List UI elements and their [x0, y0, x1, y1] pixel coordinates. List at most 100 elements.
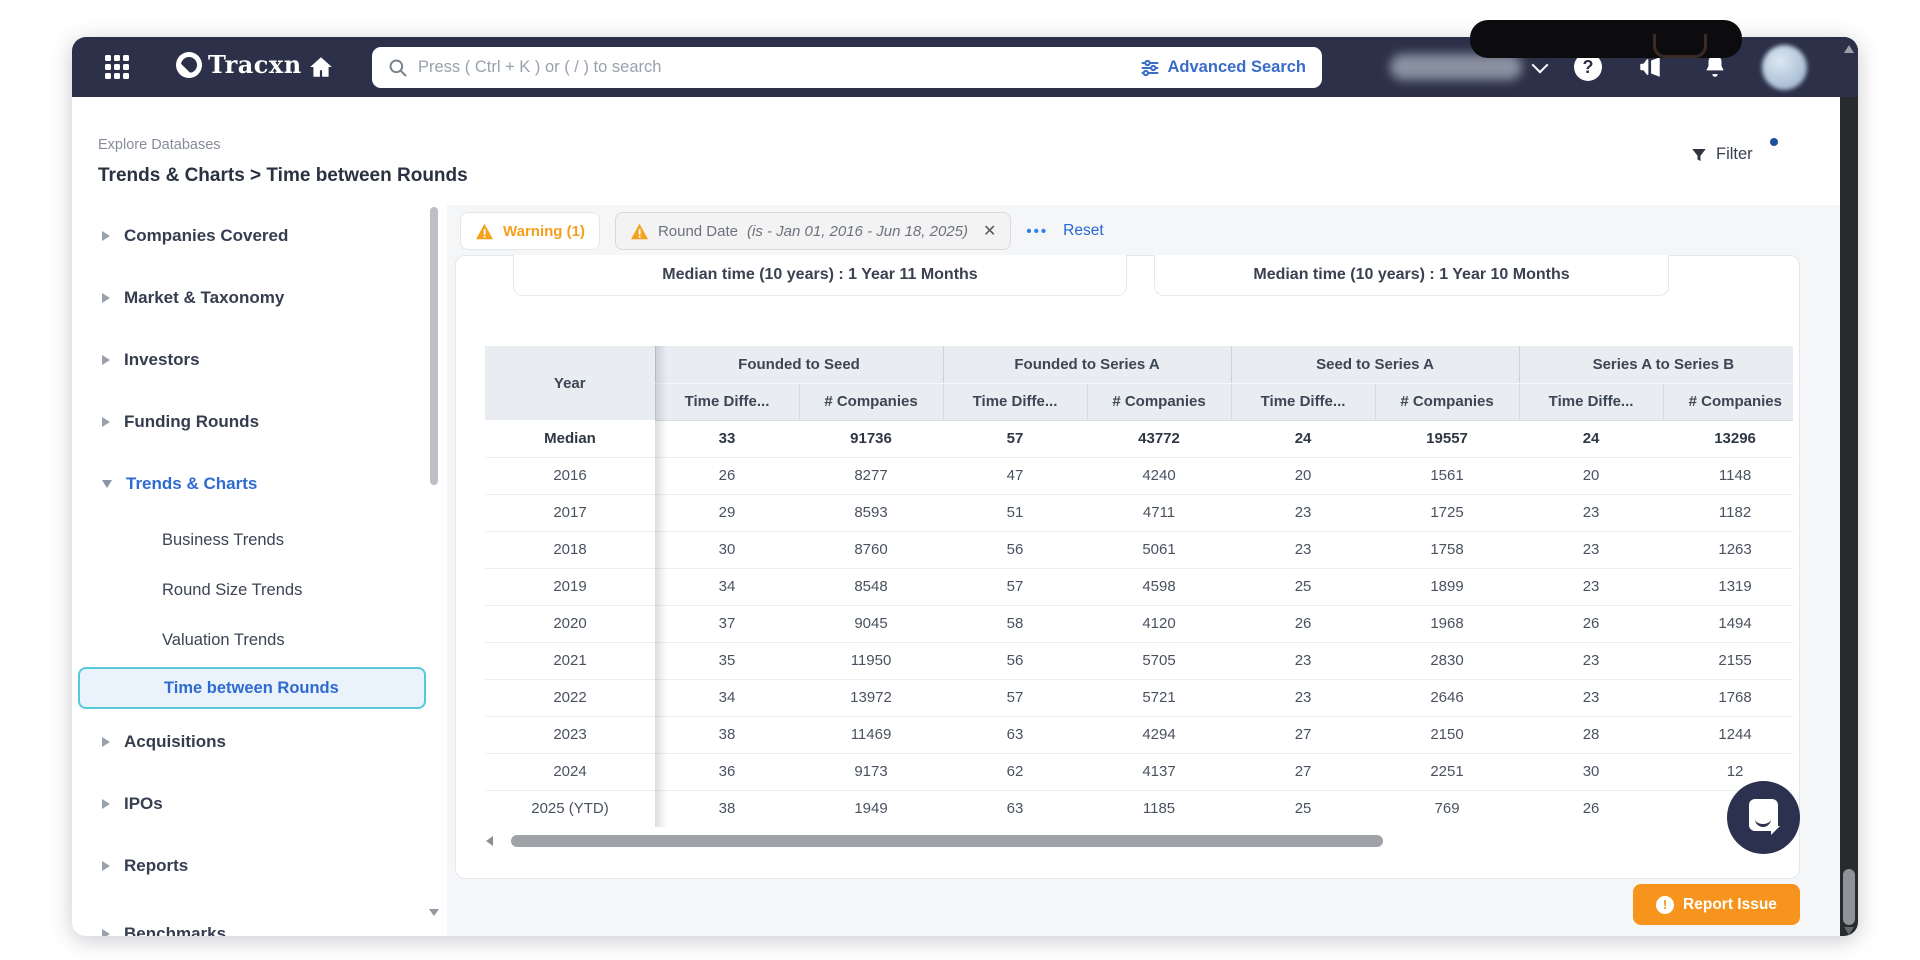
sidebar-scrollbar-thumb[interactable]	[430, 207, 438, 485]
sidebar-item-valuation-trends[interactable]: Valuation Trends	[72, 615, 447, 665]
data-card: Median time (10 years) : 1 Year 11 Month…	[455, 255, 1800, 879]
sidebar-item-investors[interactable]: Investors	[72, 329, 447, 391]
sidebar-item-acquisitions[interactable]: Acquisitions	[72, 711, 447, 773]
advanced-search-label: Advanced Search	[1168, 58, 1306, 77]
search-input[interactable]: Press ( Ctrl + K ) or ( / ) to search Ad…	[372, 47, 1322, 88]
time-between-rounds-table: YearFounded to SeedFounded to Series ASe…	[485, 346, 1793, 827]
value-cell: 2155	[1663, 642, 1793, 679]
value-cell: 2251	[1375, 753, 1519, 790]
value-cell: 23	[1231, 494, 1375, 531]
value-cell: 25	[1231, 568, 1375, 605]
value-cell: 24	[1519, 420, 1663, 457]
value-cell: 4137	[1087, 753, 1231, 790]
value-cell: 38	[655, 790, 799, 827]
value-cell: 56	[943, 531, 1087, 568]
table-group-header: Series A to Series B	[1519, 346, 1793, 383]
table-sub-header: Time Diffe...	[1231, 383, 1375, 420]
sidebar-active-item-label: Time between Rounds	[78, 667, 426, 709]
tracxn-logo[interactable]: Tracxn	[176, 50, 302, 79]
value-cell: 34	[655, 679, 799, 716]
value-cell: 4240	[1087, 457, 1231, 494]
sidebar-item-label: IPOs	[124, 794, 163, 814]
value-cell: 36	[655, 753, 799, 790]
value-cell: 57	[943, 679, 1087, 716]
breadcrumb: Explore Databases	[98, 137, 221, 153]
value-cell: 30	[1519, 753, 1663, 790]
value-cell: 26	[1519, 605, 1663, 642]
chevron-right-icon	[102, 417, 110, 427]
sidebar-item-trends-charts[interactable]: Trends & Charts	[72, 453, 447, 515]
sidebar-item-benchmarks[interactable]: Benchmarks	[72, 903, 447, 936]
sidebar-item-label: Business Trends	[162, 531, 284, 550]
value-cell: 63	[943, 716, 1087, 753]
sidebar-item-business-trends[interactable]: Business Trends	[72, 515, 447, 565]
reset-link[interactable]: Reset	[1063, 222, 1104, 240]
value-cell: 23	[1519, 531, 1663, 568]
year-cell: 2019	[485, 568, 655, 605]
value-cell: 56	[943, 642, 1087, 679]
value-cell: 23	[1519, 679, 1663, 716]
table-header-year: Year	[485, 346, 655, 420]
filter-label: Filter	[1716, 145, 1753, 164]
search-placeholder: Press ( Ctrl + K ) or ( / ) to search	[418, 58, 1130, 77]
value-cell: 91736	[799, 420, 943, 457]
chat-widget-button[interactable]	[1727, 781, 1800, 854]
year-cell: 2022	[485, 679, 655, 716]
table-row: 2019348548574598251899231319	[485, 568, 1793, 605]
value-cell: 29	[655, 494, 799, 531]
screen-notch-overlay	[1470, 20, 1742, 58]
filter-button[interactable]: Filter	[1690, 145, 1753, 164]
median-summary-card-1: Median time (10 years) : 1 Year 11 Month…	[513, 255, 1127, 296]
scroll-left-icon[interactable]	[486, 836, 493, 846]
advanced-search-button[interactable]: Advanced Search	[1140, 58, 1306, 78]
hscroll-thumb[interactable]	[511, 835, 1383, 847]
table-group-header: Founded to Series A	[943, 346, 1231, 383]
avatar[interactable]	[1762, 45, 1807, 90]
year-cell: Median	[485, 420, 655, 457]
content-area: Companies Covered Market & Taxonomy Invest…	[72, 205, 1858, 936]
more-filters-ellipsis[interactable]: •••	[1026, 223, 1048, 240]
value-cell: 1758	[1375, 531, 1519, 568]
home-icon[interactable]	[308, 54, 334, 80]
table-sub-header: Time Diffe...	[655, 383, 799, 420]
sidebar: Companies Covered Market & Taxonomy Invest…	[72, 205, 447, 936]
sidebar-item-reports[interactable]: Reports	[72, 835, 447, 897]
value-cell: 769	[1375, 790, 1519, 827]
value-cell: 23	[1519, 642, 1663, 679]
value-cell: 13972	[799, 679, 943, 716]
page: Tracxn Press ( Ctrl + K ) or ( / ) to se…	[0, 0, 1920, 960]
sidebar-item-label: Investors	[124, 350, 200, 370]
table-row: 20213511950565705232830232155	[485, 642, 1793, 679]
round-date-chip[interactable]: Round Date (is - Jan 01, 2016 - Jun 18, …	[615, 212, 1011, 250]
apps-grid-icon[interactable]	[105, 55, 130, 80]
sidebar-item-ipos[interactable]: IPOs	[72, 773, 447, 835]
value-cell: 8593	[799, 494, 943, 531]
chevron-down-icon[interactable]	[1532, 57, 1549, 74]
chevron-right-icon	[102, 355, 110, 365]
sidebar-item-funding-rounds[interactable]: Funding Rounds	[72, 391, 447, 453]
round-date-value: (is - Jan 01, 2016 - Jun 18, 2025)	[747, 223, 968, 240]
warning-chip[interactable]: Warning (1)	[460, 212, 600, 250]
sidebar-item-round-size-trends[interactable]: Round Size Trends	[72, 565, 447, 615]
table-row: Median3391736574377224195572413296	[485, 420, 1793, 457]
value-cell: 9173	[799, 753, 943, 790]
sidebar-item-companies-covered[interactable]: Companies Covered	[72, 205, 447, 267]
tracxn-logo-text: Tracxn	[208, 50, 302, 79]
value-cell: 26	[1231, 605, 1375, 642]
value-cell: 43772	[1087, 420, 1231, 457]
scroll-up-icon[interactable]	[1844, 45, 1854, 53]
table-sub-header: # Companies	[1375, 383, 1519, 420]
sidebar-item-label: Market & Taxonomy	[124, 288, 284, 308]
report-issue-button[interactable]: ! Report Issue	[1633, 884, 1800, 925]
sidebar-scroll-down-icon[interactable]	[429, 909, 439, 916]
year-cell: 2021	[485, 642, 655, 679]
sidebar-item-market-taxonomy[interactable]: Market & Taxonomy	[72, 267, 447, 329]
vscroll-thumb[interactable]	[1843, 869, 1855, 925]
close-icon[interactable]: ✕	[983, 221, 996, 241]
sidebar-item-time-between-rounds[interactable]: Time between Rounds	[72, 665, 447, 711]
table-row: 20243691736241372722513012	[485, 753, 1793, 790]
value-cell: 20	[1231, 457, 1375, 494]
scroll-down-icon[interactable]	[1844, 927, 1854, 935]
chevron-right-icon	[102, 293, 110, 303]
value-cell: 1244	[1663, 716, 1793, 753]
